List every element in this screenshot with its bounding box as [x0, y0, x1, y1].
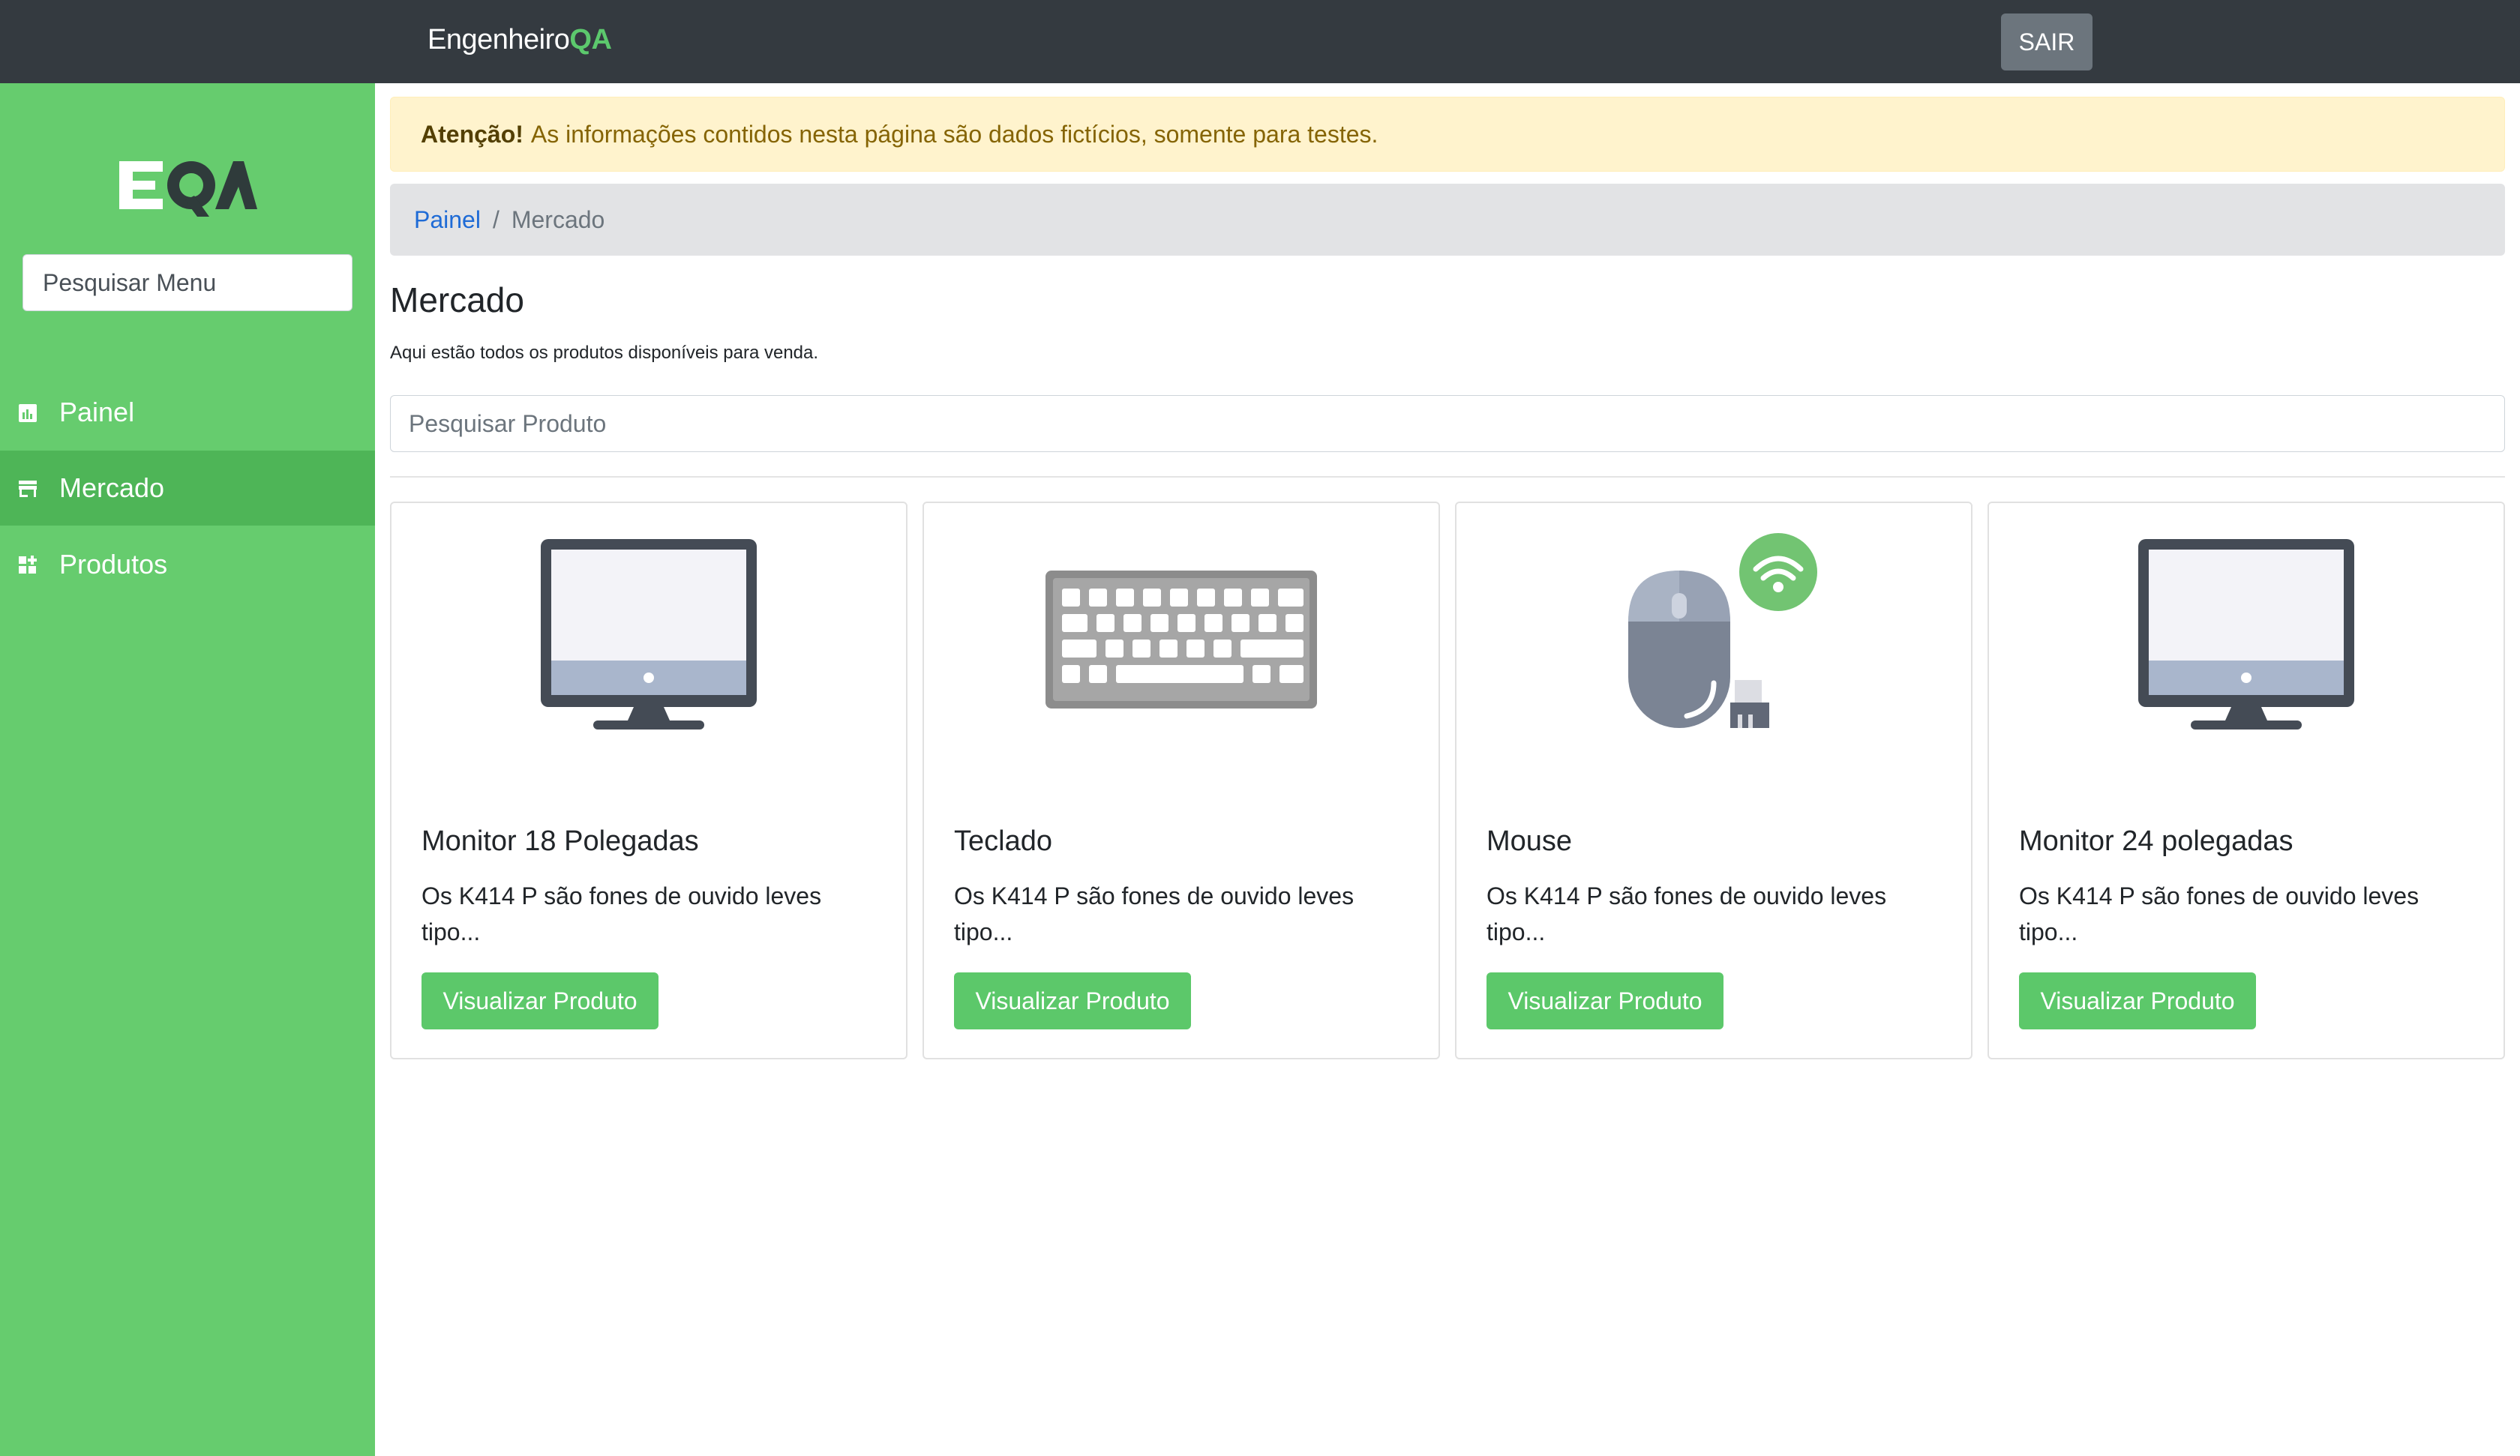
view-product-button[interactable]: Visualizar Produto — [1486, 972, 1724, 1029]
product-description: Os K414 P são fones de ouvido leves tipo… — [2019, 882, 2420, 945]
product-card: Monitor 18 Polegadas Os K414 P são fones… — [390, 502, 908, 1059]
product-card: Monitor 24 polegadas Os K414 P são fones… — [1988, 502, 2505, 1059]
product-card: Teclado Os K414 P são fones de ouvido le… — [922, 502, 1440, 1059]
sidebar-item-produtos[interactable]: Produtos — [0, 527, 375, 602]
breadcrumb-link-painel[interactable]: Painel — [414, 206, 481, 234]
product-title: Monitor 18 Polegadas — [422, 825, 699, 857]
brand[interactable]: EngenheiroQA — [428, 24, 612, 56]
sidebar: Painel Mercado Produtos — [0, 83, 375, 1456]
alert-text: As informações contidos nesta página são… — [530, 120, 1378, 148]
monitor-icon — [541, 539, 757, 729]
sidebar-item-painel[interactable]: Painel — [0, 375, 375, 450]
product-title: Teclado — [954, 825, 1052, 857]
breadcrumb-separator: / — [492, 205, 500, 233]
monitor-icon — [2138, 539, 2354, 729]
logout-button[interactable]: SAIR — [2001, 13, 2092, 70]
chart-icon — [19, 404, 37, 422]
grid-plus-icon — [19, 556, 37, 574]
product-description: Os K414 P são fones de ouvido leves tipo… — [1486, 882, 1887, 945]
sidebar-item-label: Produtos — [59, 549, 168, 580]
product-search-input[interactable] — [390, 395, 2505, 452]
view-product-button[interactable]: Visualizar Produto — [2019, 972, 2256, 1029]
view-product-button[interactable]: Visualizar Produto — [422, 972, 658, 1029]
product-card: Mouse Os K414 P são fones de ouvido leve… — [1455, 502, 1972, 1059]
sidebar-item-mercado[interactable]: Mercado — [0, 451, 375, 526]
store-icon — [19, 481, 37, 497]
alert-strong: Atenção! — [421, 120, 524, 148]
brand-main: Engenheiro — [428, 24, 570, 55]
menu-search-input[interactable] — [22, 254, 352, 311]
breadcrumb-current: Mercado — [511, 205, 605, 233]
product-image — [392, 533, 906, 743]
product-title: Monitor 24 polegadas — [2019, 825, 2294, 857]
brand-accent: QA — [569, 24, 612, 55]
divider — [390, 476, 2505, 478]
breadcrumb: Painel / Mercado — [390, 184, 2505, 256]
sidebar-item-label: Mercado — [59, 472, 165, 503]
product-description: Os K414 P são fones de ouvido leves tipo… — [422, 882, 822, 945]
product-image — [924, 533, 1438, 743]
sidebar-item-label: Painel — [59, 397, 135, 427]
keyboard-icon — [1046, 571, 1317, 709]
page-subtitle: Aqui estão todos os produtos disponíveis… — [390, 343, 819, 363]
view-product-button[interactable]: Visualizar Produto — [954, 972, 1191, 1029]
product-title: Mouse — [1486, 825, 1573, 857]
wireless-mouse-icon — [1628, 533, 1817, 728]
eqa-logo — [116, 151, 259, 229]
warning-alert: Atenção! As informações contidos nesta p… — [390, 97, 2505, 172]
top-navbar: EngenheiroQA SAIR — [0, 0, 2520, 83]
product-description: Os K414 P são fones de ouvido leves tipo… — [954, 882, 1354, 945]
product-image — [1456, 533, 1971, 743]
product-image — [1989, 533, 2504, 743]
page-title: Mercado — [390, 280, 524, 319]
